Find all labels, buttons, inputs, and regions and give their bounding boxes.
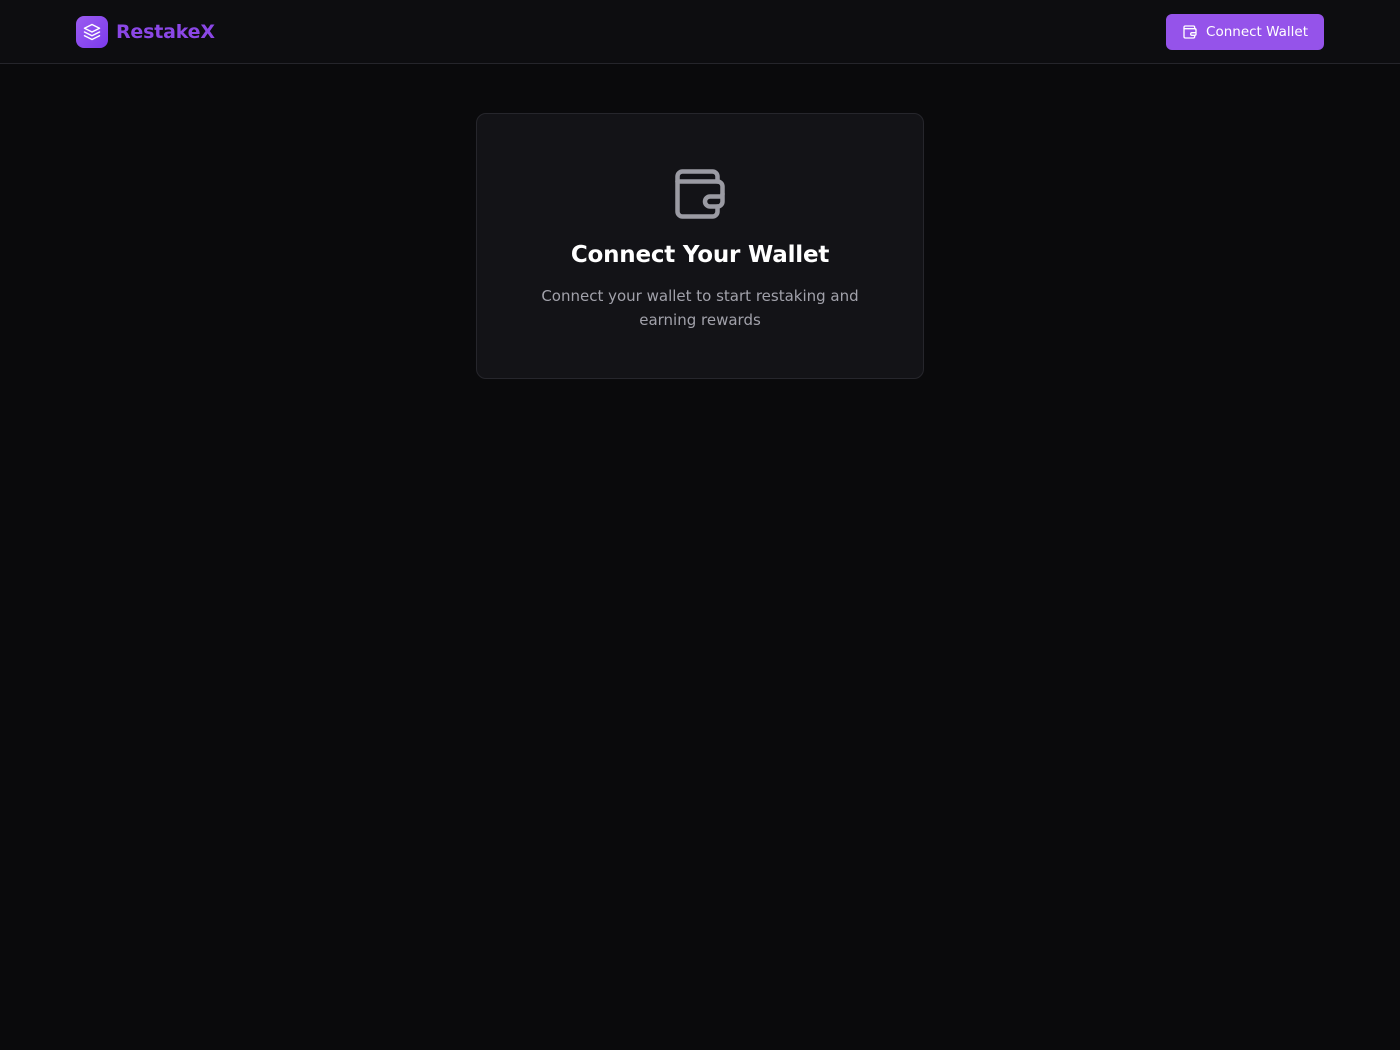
brand-logo-link[interactable]: RestakeX <box>76 16 215 48</box>
brand-name: RestakeX <box>116 21 215 43</box>
top-navigation-bar: RestakeX Connect Wallet <box>0 0 1400 64</box>
connect-wallet-label: Connect Wallet <box>1206 24 1308 40</box>
connect-wallet-card: Connect Your Wallet Connect your wallet … <box>476 113 924 379</box>
card-title: Connect Your Wallet <box>570 242 830 268</box>
wallet-icon <box>670 164 730 224</box>
wallet-icon <box>1182 24 1198 40</box>
layers-icon <box>76 16 108 48</box>
card-description: Connect your wallet to start restaking a… <box>541 287 859 329</box>
connect-wallet-button[interactable]: Connect Wallet <box>1166 14 1324 50</box>
